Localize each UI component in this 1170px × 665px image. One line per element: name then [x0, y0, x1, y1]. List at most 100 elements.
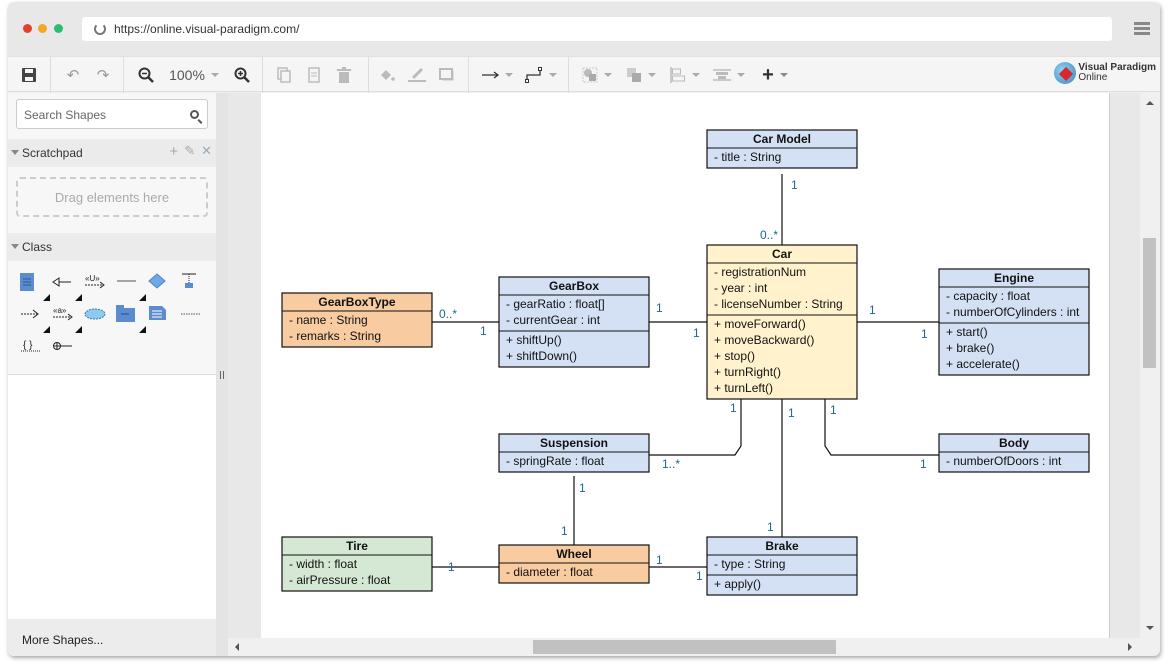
collapse-triangle-icon — [11, 244, 19, 249]
vertical-scroll-thumb[interactable] — [1143, 238, 1156, 368]
reload-icon[interactable] — [94, 23, 106, 35]
undo-button[interactable]: ↶ — [62, 57, 84, 93]
class-attribute: - title : String — [714, 150, 781, 164]
minimize-window-button[interactable] — [38, 24, 47, 33]
line-color-button[interactable] — [406, 57, 428, 93]
close-icon[interactable]: ✕ — [201, 143, 212, 160]
class-operation: + start() — [946, 325, 988, 339]
redo-button[interactable]: ↷ — [92, 57, 114, 93]
class-attribute: - numberOfCylinders : int — [946, 305, 1080, 319]
class-box-body[interactable]: Body - numberOfDoors : int — [938, 433, 1090, 473]
scroll-right-arrow-icon[interactable] — [1128, 643, 1132, 651]
more-shapes-button[interactable]: More Shapes... — [8, 619, 216, 656]
class-attribute: - diameter : float — [506, 565, 593, 579]
class-operation: + brake() — [946, 341, 994, 355]
insert-dropdown[interactable]: + — [758, 57, 792, 93]
sidebar-splitter[interactable] — [216, 93, 228, 656]
connector-style-dropdown[interactable] — [480, 57, 514, 93]
shape-anchor[interactable] — [180, 305, 204, 327]
shape-usage[interactable]: «U» — [84, 273, 108, 295]
horizontal-scroll-thumb[interactable] — [533, 640, 836, 654]
maximize-window-button[interactable] — [54, 24, 63, 33]
class-box-gearboxtype[interactable]: GearBoxType - name : String - remarks : St… — [281, 292, 433, 348]
class-operation: + stop() — [714, 349, 755, 363]
shape-constraint[interactable]: { } — [20, 337, 44, 359]
select-dropdown[interactable] — [580, 57, 614, 93]
shape-package[interactable] — [116, 305, 146, 333]
add-icon[interactable]: + — [169, 143, 178, 160]
shape-collaboration[interactable] — [84, 305, 108, 327]
distribute-dropdown[interactable] — [712, 57, 746, 93]
shape-note[interactable] — [148, 305, 172, 327]
class-box-suspension[interactable]: Suspension - springRate : float — [498, 433, 650, 473]
scroll-left-arrow-icon[interactable] — [235, 643, 239, 651]
class-shapes-palette: «U» «a» {} — [8, 263, 216, 375]
diagram-page[interactable]: 1 0..* 0..* 1 1 1 1 1 1 1..* 1 1 1 1 1 1 1 1 1 Car Model - t… — [261, 93, 1110, 638]
multiplicity-label: 1 — [730, 401, 737, 415]
chevron-down-icon — [692, 73, 700, 77]
hamburger-menu-icon[interactable] — [1134, 22, 1150, 35]
search-icon[interactable] — [190, 110, 199, 119]
multiplicity-label: 1 — [656, 301, 663, 315]
diamond-icon — [148, 273, 166, 289]
shape-dependency[interactable] — [20, 305, 50, 333]
nesting-connector-icon — [53, 342, 72, 350]
class-box-carmodel[interactable]: Car Model - title : String — [706, 129, 858, 169]
multiplicity-label: 1 — [561, 524, 568, 538]
association-connector[interactable] — [824, 399, 939, 456]
package-icon — [116, 305, 135, 322]
save-button[interactable] — [18, 57, 40, 93]
distribute-icon — [713, 69, 731, 81]
class-box-brake[interactable]: Brake - type : String + apply() — [706, 536, 858, 596]
shape-abstraction[interactable]: «a» — [52, 305, 82, 333]
association-connector[interactable] — [649, 399, 742, 456]
zoom-in-button[interactable] — [232, 57, 252, 93]
multiplicity-label: 1 — [480, 324, 487, 338]
fill-color-button[interactable] — [376, 57, 398, 93]
delete-button[interactable] — [334, 57, 354, 93]
arrange-dropdown[interactable] — [624, 57, 658, 93]
multiplicity-label: 1 — [448, 560, 455, 574]
shape-interface[interactable] — [148, 273, 172, 295]
copy-button[interactable] — [274, 57, 294, 93]
shape-containment[interactable] — [180, 273, 204, 295]
class-name: Suspension — [540, 436, 608, 450]
scroll-up-arrow-icon[interactable] — [1146, 101, 1154, 105]
class-box-gearbox[interactable]: GearBox - gearRatio : float[] - currentGea… — [498, 276, 650, 368]
close-window-button[interactable] — [23, 24, 32, 33]
abstraction-icon: «a» — [53, 306, 73, 321]
shadow-button[interactable] — [436, 57, 458, 93]
edit-icon[interactable]: ✎ — [184, 143, 195, 160]
class-name: Body — [999, 436, 1029, 450]
horizontal-scrollbar[interactable] — [228, 638, 1140, 656]
plus-icon: + — [762, 64, 774, 86]
class-section-header[interactable]: Class — [8, 233, 216, 261]
class-operation: + moveBackward() — [714, 333, 814, 347]
scratchpad-section-header[interactable]: Scratchpad + ✎ ✕ — [8, 139, 216, 167]
vertical-scrollbar[interactable] — [1140, 93, 1160, 638]
shape-generalization[interactable] — [52, 273, 82, 301]
scroll-down-arrow-icon[interactable] — [1146, 626, 1154, 630]
address-bar[interactable]: https://online.visual-paradigm.com/ — [82, 17, 1112, 41]
paste-button[interactable] — [304, 57, 324, 93]
class-box-car[interactable]: Car - registrationNum - year : int - licens… — [706, 244, 858, 400]
class-box-wheel[interactable]: Wheel - diameter : float — [498, 544, 650, 584]
multiplicity-label: 1 — [791, 178, 798, 192]
class-name: Car — [772, 247, 792, 261]
class-attribute: - licenseNumber : String — [714, 297, 843, 311]
shape-nesting[interactable] — [52, 337, 76, 359]
zoom-out-button[interactable] — [136, 57, 156, 93]
class-box-engine[interactable]: Engine - capacity : float - numberOfCylind… — [938, 268, 1090, 376]
align-left-icon — [670, 67, 685, 83]
shape-class[interactable] — [20, 273, 50, 301]
scratchpad-dropzone[interactable]: Drag elements here — [16, 177, 208, 217]
redo-icon: ↷ — [96, 67, 110, 84]
zoom-level-dropdown[interactable]: 100% — [164, 57, 224, 93]
class-box-tire[interactable]: Tire - width : float - airPressure : float — [281, 536, 433, 592]
waypoint-style-dropdown[interactable] — [524, 57, 558, 93]
shape-association[interactable] — [116, 273, 146, 301]
align-dropdown[interactable] — [668, 57, 702, 93]
multiplicity-label: 1 — [767, 520, 774, 534]
search-shapes-input[interactable]: Search Shapes — [16, 99, 208, 129]
search-placeholder: Search Shapes — [24, 108, 107, 122]
